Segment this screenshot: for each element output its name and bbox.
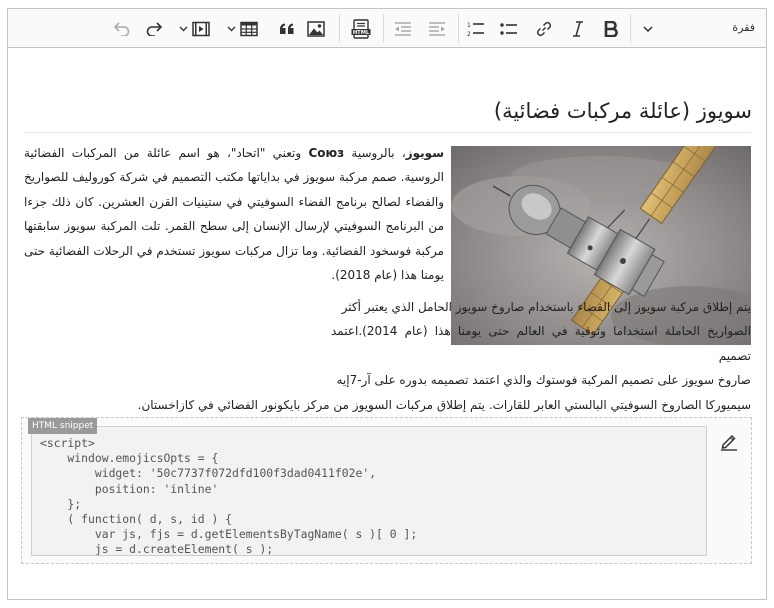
link-icon[interactable]: [531, 15, 557, 42]
term-bold: سويوز: [405, 146, 444, 160]
bulleted-list-icon[interactable]: [496, 15, 522, 42]
media-embed-icon: [191, 21, 210, 36]
html-snippet-label: HTML snippet: [28, 418, 98, 434]
media-embed-button[interactable]: [174, 15, 214, 42]
editor-content[interactable]: سويوز (عائلة مركبات فضائية) سويوز، بالرو…: [8, 49, 766, 599]
undo-icon[interactable]: [109, 15, 135, 42]
heading-dropdown[interactable]: فقرة: [732, 21, 755, 34]
html-snippet-code: <script> window.emojicsOpts = { widget: …: [40, 436, 418, 556]
numbered-list-icon[interactable]: 12: [463, 15, 489, 42]
document-title: سويوز (عائلة مركبات فضائية): [493, 99, 752, 123]
redo-icon[interactable]: [141, 15, 167, 42]
chevron-down-icon: [227, 26, 235, 31]
outdent-icon[interactable]: [390, 15, 416, 42]
editor-toolbar: HTML 12 فقرة: [8, 9, 766, 48]
chevron-down-icon: [179, 26, 187, 31]
intro-paragraph: سويوز، بالروسية Союз وتعني "اتحاد"، هو ا…: [24, 146, 444, 283]
html-snippet-preview[interactable]: <script> window.emojicsOpts = { widget: …: [31, 426, 707, 556]
image-icon[interactable]: [303, 15, 329, 42]
bold-icon[interactable]: [598, 15, 624, 42]
edit-source-button[interactable]: [718, 430, 740, 452]
html-snippet-widget[interactable]: HTML snippet <script> window.emojicsOpts…: [21, 417, 752, 564]
html-embed-icon[interactable]: HTML: [347, 15, 375, 42]
svg-text:2: 2: [467, 31, 471, 37]
svg-text:1: 1: [467, 22, 471, 29]
italic-icon[interactable]: [565, 15, 591, 42]
blockquote-icon[interactable]: [274, 15, 300, 42]
pencil-icon: [721, 434, 737, 451]
launch-paragraph: يتم إطلاق مركبة سويوز إلى الفضاء باستخدا…: [137, 300, 751, 412]
svg-text:HTML: HTML: [353, 30, 370, 36]
table-icon: [239, 21, 258, 36]
rich-text-editor: HTML 12 فقرة سويوز (عائلة مركبات فضائية)…: [7, 8, 767, 600]
insert-table-button[interactable]: [222, 15, 262, 42]
indent-icon[interactable]: [424, 15, 450, 42]
chevron-down-icon[interactable]: [635, 15, 661, 42]
title-divider: [24, 132, 751, 133]
term-bold-russian: Союз: [308, 146, 345, 160]
